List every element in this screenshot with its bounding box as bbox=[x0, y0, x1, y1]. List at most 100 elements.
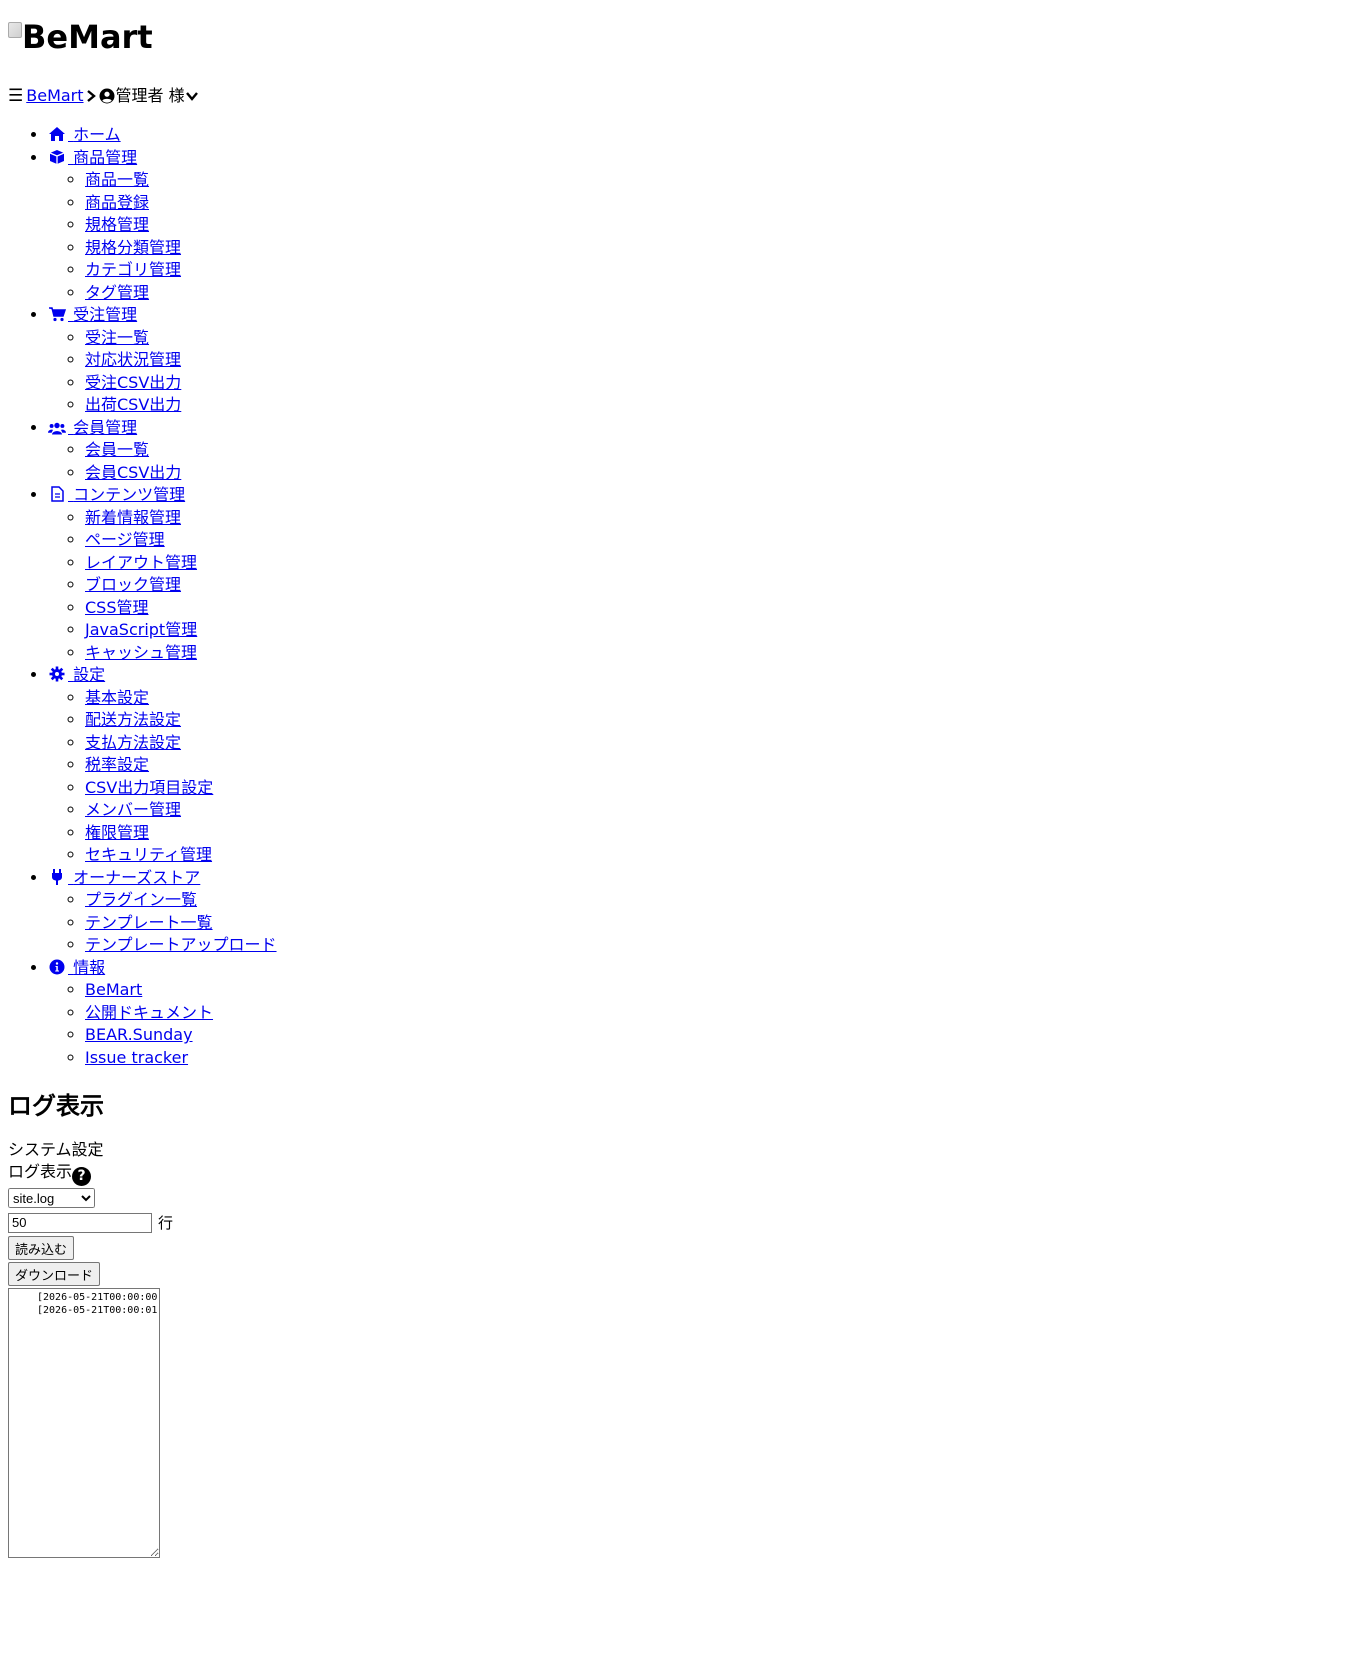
nav-sublink[interactable]: メンバー管理 bbox=[85, 800, 181, 819]
box-icon bbox=[48, 149, 66, 165]
breadcrumb-current-label: ログ表示 bbox=[8, 1161, 73, 1181]
nav-subitem: 税率設定 bbox=[85, 754, 1357, 777]
nav-sublink[interactable]: セキュリティ管理 bbox=[85, 845, 212, 864]
nav-link-file[interactable]: コンテンツ管理 bbox=[48, 485, 185, 504]
topbar: ☰ BeMart 管理者 様 bbox=[8, 84, 1357, 108]
user-menu-label[interactable]: 管理者 様 bbox=[116, 84, 185, 108]
nav-sublink[interactable]: キャッシュ管理 bbox=[85, 643, 197, 662]
nav-sublink[interactable]: カテゴリ管理 bbox=[85, 260, 181, 279]
nav-subitem: 商品登録 bbox=[85, 192, 1357, 215]
nav-sublist: BeMart 公開ドキュメント BEAR.Sunday Issue tracker bbox=[48, 979, 1357, 1069]
nav-subitem: セキュリティ管理 bbox=[85, 844, 1357, 867]
nav-sublink[interactable]: CSS管理 bbox=[85, 598, 149, 617]
nav-link-label: オーナーズストア bbox=[73, 867, 201, 887]
load-button[interactable]: 読み込む bbox=[8, 1236, 75, 1261]
breadcrumb-home-link[interactable]: BeMart bbox=[26, 84, 83, 108]
nav-sublink[interactable]: 規格管理 bbox=[85, 215, 149, 234]
nav-sublink[interactable]: 基本設定 bbox=[85, 688, 149, 707]
nav-subitem: 権限管理 bbox=[85, 822, 1357, 845]
nav-sublink[interactable]: 新着情報管理 bbox=[85, 508, 181, 527]
nav-subitem: 会員一覧 bbox=[85, 439, 1357, 462]
nav-sublink[interactable]: ページ管理 bbox=[85, 530, 165, 549]
nav-sublink[interactable]: JavaScript管理 bbox=[85, 620, 197, 639]
chevron-down-icon[interactable] bbox=[185, 89, 199, 103]
menu-icon[interactable]: ☰ bbox=[8, 84, 23, 110]
nav-subitem: JavaScript管理 bbox=[85, 619, 1357, 642]
logo[interactable]: BeMart bbox=[8, 18, 1357, 56]
nav-link-gear[interactable]: 設定 bbox=[48, 665, 105, 684]
nav-link-users[interactable]: 会員管理 bbox=[48, 418, 137, 437]
nav-sublink[interactable]: 税率設定 bbox=[85, 755, 149, 774]
nav-subitem: 対応状況管理 bbox=[85, 349, 1357, 372]
nav-sublist: 商品一覧商品登録規格管理規格分類管理カテゴリ管理タグ管理 bbox=[48, 169, 1357, 304]
nav-sublink[interactable]: 規格分類管理 bbox=[85, 238, 181, 257]
nav-item: コンテンツ管理新着情報管理ページ管理レイアウト管理ブロック管理 CSS管理 Java… bbox=[48, 484, 1357, 664]
user-circle-icon bbox=[99, 88, 115, 104]
nav-sublink[interactable]: テンプレートアップロード bbox=[85, 935, 277, 954]
nav-sublink[interactable]: タグ管理 bbox=[85, 283, 149, 302]
nav-sublink[interactable]: CSV出力項目設定 bbox=[85, 778, 213, 797]
nav-link-home[interactable]: ホーム bbox=[48, 125, 121, 144]
nav-link-info[interactable]: 情報 bbox=[48, 958, 105, 977]
download-button[interactable]: ダウンロード bbox=[8, 1262, 101, 1287]
nav-subitem: CSV出力項目設定 bbox=[85, 777, 1357, 800]
nav-sublink[interactable]: BeMart bbox=[85, 980, 142, 999]
nav-subitem: BEAR.Sunday bbox=[85, 1024, 1357, 1047]
nav-sublink[interactable]: ブロック管理 bbox=[85, 575, 181, 594]
sidebar-nav: ホーム 商品管理商品一覧商品登録規格管理規格分類管理カテゴリ管理タグ管理 受注管… bbox=[8, 124, 1357, 1069]
nav-subitem: 受注一覧 bbox=[85, 327, 1357, 350]
nav-subitem: 出荷CSV出力 bbox=[85, 394, 1357, 417]
nav-item: 設定基本設定配送方法設定支払方法設定税率設定 CSV出力項目設定メンバー管理権限管… bbox=[48, 664, 1357, 867]
nav-subitem: 配送方法設定 bbox=[85, 709, 1357, 732]
lines-unit-label: 行 bbox=[158, 1213, 174, 1232]
nav-link-box[interactable]: 商品管理 bbox=[48, 148, 137, 167]
nav-link-plug[interactable]: オーナーズストア bbox=[48, 868, 200, 887]
nav-item: 会員管理会員一覧会員CSV出力 bbox=[48, 417, 1357, 485]
nav-link-label: 商品管理 bbox=[73, 147, 138, 167]
nav-subitem: 商品一覧 bbox=[85, 169, 1357, 192]
nav-subitem: キャッシュ管理 bbox=[85, 642, 1357, 665]
nav-subitem: 公開ドキュメント bbox=[85, 1002, 1357, 1025]
nav-subitem: タグ管理 bbox=[85, 282, 1357, 305]
nav-link-label: 設定 bbox=[73, 665, 106, 685]
nav-sublist: プラグイン一覧テンプレート一覧テンプレートアップロード bbox=[48, 889, 1357, 957]
nav-list: ホーム 商品管理商品一覧商品登録規格管理規格分類管理カテゴリ管理タグ管理 受注管… bbox=[8, 124, 1357, 1069]
nav-link-cart[interactable]: 受注管理 bbox=[48, 305, 137, 324]
nav-item: オーナーズストアプラグイン一覧テンプレート一覧テンプレートアップロード bbox=[48, 867, 1357, 957]
nav-sublink[interactable]: 権限管理 bbox=[85, 823, 149, 842]
nav-sublink[interactable]: 配送方法設定 bbox=[85, 710, 181, 729]
help-icon[interactable]: ? bbox=[72, 1166, 92, 1186]
nav-sublink[interactable]: 受注CSV出力 bbox=[85, 373, 181, 392]
logo-text: BeMart bbox=[22, 18, 153, 56]
nav-sublink[interactable]: 会員CSV出力 bbox=[85, 463, 181, 482]
lines-row: 行 bbox=[8, 1212, 1357, 1235]
nav-sublist: 受注一覧対応状況管理受注CSV出力出荷CSV出力 bbox=[48, 327, 1357, 417]
nav-subitem: レイアウト管理 bbox=[85, 552, 1357, 575]
nav-sublink[interactable]: テンプレート一覧 bbox=[85, 913, 213, 932]
nav-item: ホーム bbox=[48, 124, 1357, 147]
nav-sublink[interactable]: BEAR.Sunday bbox=[85, 1025, 193, 1044]
log-file-row: site.log bbox=[8, 1186, 1357, 1210]
nav-sublink[interactable]: 会員一覧 bbox=[85, 440, 149, 459]
nav-sublink[interactable]: 商品登録 bbox=[85, 193, 149, 212]
nav-subitem: テンプレート一覧 bbox=[85, 912, 1357, 935]
nav-sublink[interactable]: 支払方法設定 bbox=[85, 733, 181, 752]
nav-sublink[interactable]: 公開ドキュメント bbox=[85, 1003, 213, 1022]
nav-sublink[interactable]: レイアウト管理 bbox=[85, 553, 197, 572]
nav-sublink[interactable]: 対応状況管理 bbox=[85, 350, 181, 369]
log-output-textarea[interactable]: [2026-05-21T00:00:00 [2026-05-21T00:00:0… bbox=[8, 1288, 160, 1559]
nav-sublink[interactable]: 商品一覧 bbox=[85, 170, 149, 189]
lines-input[interactable] bbox=[8, 1212, 152, 1233]
nav-sublink[interactable]: 受注一覧 bbox=[85, 328, 149, 347]
nav-subitem: 規格管理 bbox=[85, 214, 1357, 237]
nav-sublink[interactable]: 出荷CSV出力 bbox=[85, 395, 181, 414]
nav-sublink[interactable]: プラグイン一覧 bbox=[85, 890, 197, 909]
nav-sublink[interactable]: Issue tracker bbox=[85, 1048, 188, 1067]
nav-subitem: 新着情報管理 bbox=[85, 507, 1357, 530]
info-icon bbox=[48, 959, 66, 975]
nav-subitem: ページ管理 bbox=[85, 529, 1357, 552]
nav-item: 情報 BeMart 公開ドキュメント BEAR.Sunday Issue tracker bbox=[48, 957, 1357, 1070]
log-file-select[interactable]: site.log bbox=[8, 1188, 95, 1209]
nav-subitem: プラグイン一覧 bbox=[85, 889, 1357, 912]
nav-sublist: 基本設定配送方法設定支払方法設定税率設定 CSV出力項目設定メンバー管理権限管理セ… bbox=[48, 687, 1357, 867]
